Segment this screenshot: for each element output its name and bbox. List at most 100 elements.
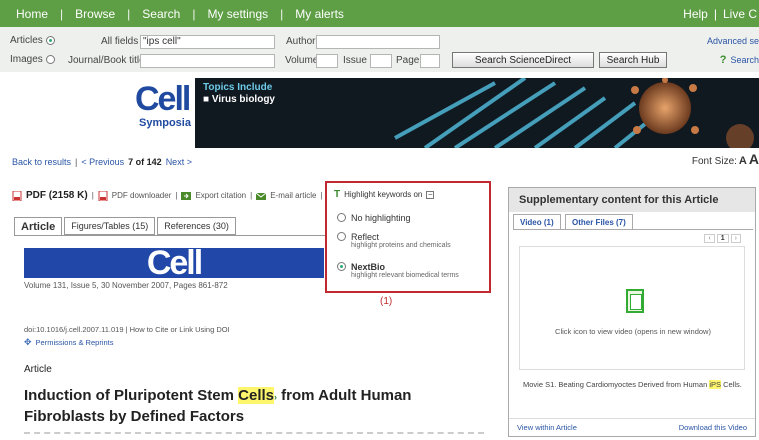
tab-other-files[interactable]: Other Files (7) — [565, 214, 633, 230]
next-link[interactable]: Next > — [166, 157, 192, 167]
nextbio-sub: highlight relevant biomedical terms — [351, 272, 459, 279]
search-tips[interactable]: ? Search — [720, 54, 759, 66]
title-part-1: Induction of Pluripotent Stem — [24, 387, 239, 404]
page-input[interactable] — [420, 54, 440, 68]
supplementary-panel: Supplementary content for this Article V… — [508, 187, 756, 437]
video-icon[interactable] — [626, 289, 644, 313]
title-highlight[interactable]: Cells — [238, 387, 275, 404]
highlight-header[interactable]: T Highlight keywords on – — [334, 189, 435, 200]
articles-radio-group[interactable]: Articles — [10, 35, 55, 46]
option-no-highlighting[interactable]: No highlighting — [337, 213, 411, 223]
article-type-label: Article — [24, 364, 52, 375]
journal-input[interactable] — [140, 54, 275, 68]
tool-sep: | — [320, 191, 323, 200]
supplementary-header: Supplementary content for this Article — [509, 188, 755, 212]
issue-input[interactable] — [370, 54, 392, 68]
video-instruction: Click icon to view video (opens in new w… — [555, 327, 711, 336]
promo-image[interactable]: Topics Include ■ Virus biology — [195, 78, 759, 148]
logo-symposia-text: Symposia — [139, 117, 191, 129]
journal-banner[interactable]: Cell — [24, 246, 324, 280]
font-larger-button[interactable]: A — [749, 151, 759, 167]
download-video-link[interactable]: Download this Video — [679, 423, 747, 432]
issue-label: Issue — [343, 55, 367, 66]
permissions-icon: ✥ — [24, 337, 32, 347]
volume-input[interactable] — [316, 54, 338, 68]
collapse-icon[interactable]: – — [426, 190, 435, 199]
tab-references[interactable]: References (30) — [157, 217, 236, 235]
author-input[interactable] — [316, 35, 440, 49]
permissions-link[interactable]: Permissions & Reprints — [36, 336, 114, 349]
export-icon — [181, 191, 192, 200]
top-nav: Home | Browse | Search | My settings | My al… — [0, 0, 759, 27]
supplementary-footer: View within Article Download this Video — [509, 418, 755, 436]
previous-link[interactable]: < Previous — [81, 157, 124, 167]
all-fields-label: All fields — [101, 36, 139, 47]
article-tabs: Article Figures/Tables (15) References (… — [14, 217, 236, 236]
images-label: Images — [10, 54, 43, 65]
nav-sep: | — [280, 6, 284, 21]
page-label: Page — [396, 55, 420, 66]
no-highlighting-radio[interactable] — [337, 213, 346, 222]
search-hub-button[interactable]: Search Hub — [599, 52, 667, 68]
tab-article[interactable]: Article — [14, 217, 63, 236]
option-nextbio[interactable]: NextBio highlight relevant biomedical ter… — [337, 262, 459, 279]
images-radio-group[interactable]: Images — [10, 54, 55, 65]
view-within-article-link[interactable]: View within Article — [517, 423, 577, 432]
email-article-link[interactable]: E-mail article — [270, 191, 316, 200]
doi-block: doi:10.1016/j.cell.2007.11.019 | How to … — [24, 323, 230, 349]
email-icon — [256, 192, 267, 200]
permissions-row[interactable]: ✥ Permissions & Reprints — [24, 336, 230, 349]
option-reflect[interactable]: Reflect highlight proteins and chemicals — [337, 232, 451, 249]
article-toolbar: PDF (2158 K) | PDF downloader | Export c… — [12, 190, 323, 201]
cell-symposia-logo: Cell Symposia — [135, 81, 197, 143]
export-citation-link[interactable]: Export citation — [195, 191, 246, 200]
back-to-results-link[interactable]: Back to results — [12, 157, 71, 167]
all-fields-input[interactable]: "ips cell" — [140, 35, 275, 49]
nav-my-settings[interactable]: My settings — [201, 7, 274, 21]
advanced-search-link[interactable]: Advanced se — [707, 36, 759, 46]
font-smaller-button[interactable]: A — [739, 155, 747, 167]
reflect-radio[interactable] — [337, 232, 346, 241]
caption-highlight[interactable]: iPS — [709, 380, 721, 389]
nav-search[interactable]: Search — [136, 7, 186, 21]
nav-home[interactable]: Home — [10, 7, 54, 21]
volume-label: Volume — [285, 55, 319, 66]
video-preview: Click icon to view video (opens in new w… — [519, 246, 745, 370]
logo-cell-text: Cell — [135, 80, 191, 118]
nav-sep: | — [60, 6, 64, 21]
nav-help[interactable]: Help — [683, 7, 708, 21]
nav-live-chat[interactable]: Live C — [723, 7, 757, 21]
highlight-popup: T Highlight keywords on – No highlightin… — [325, 181, 491, 293]
promo-title: Topics Include — [203, 82, 273, 93]
tool-sep: | — [250, 191, 253, 200]
nav-my-alerts[interactable]: My alerts — [289, 7, 350, 21]
pager-next-icon[interactable]: › — [730, 234, 741, 243]
pager-current: 1 — [716, 234, 729, 243]
font-size-label: Font Size: — [691, 156, 737, 167]
tab-figures-tables[interactable]: Figures/Tables (15) — [64, 217, 156, 235]
pdf-icon — [12, 190, 22, 201]
articles-radio[interactable] — [45, 36, 55, 45]
nav-sep: | — [75, 157, 78, 167]
images-radio[interactable] — [45, 55, 55, 64]
search-tips-link[interactable]: Search — [730, 55, 759, 65]
nextbio-radio[interactable] — [337, 262, 346, 271]
pdf-link[interactable]: PDF (2158 K) — [26, 190, 88, 201]
font-size-control: Font Size: A A — [692, 151, 759, 167]
journal-label: Journal/Book title — [68, 55, 145, 66]
search-sciencedirect-button[interactable]: Search ScienceDirect — [452, 52, 594, 68]
help-icon: ? — [719, 54, 727, 66]
no-highlighting-label: No highlighting — [351, 213, 411, 223]
pdf-downloader-link[interactable]: PDF downloader — [112, 191, 172, 200]
highlight-icon: T — [334, 189, 341, 200]
tool-sep: | — [91, 191, 94, 200]
tab-video[interactable]: Video (1) — [513, 214, 561, 230]
cell-symposia-banner[interactable]: Cell Symposia Topics Include ■ Virus bio… — [125, 78, 759, 148]
pager-prev-icon[interactable]: ‹ — [704, 234, 715, 243]
video-caption: Movie S1. Beating Cardiomyoctes Derived … — [523, 380, 743, 390]
doi-link[interactable]: doi:10.1016/j.cell.2007.11.019 | How to … — [24, 323, 230, 336]
nav-browse[interactable]: Browse — [69, 7, 121, 21]
articles-label: Articles — [10, 35, 43, 46]
nav-sep: | — [127, 6, 131, 21]
virus-illustration — [394, 78, 754, 148]
